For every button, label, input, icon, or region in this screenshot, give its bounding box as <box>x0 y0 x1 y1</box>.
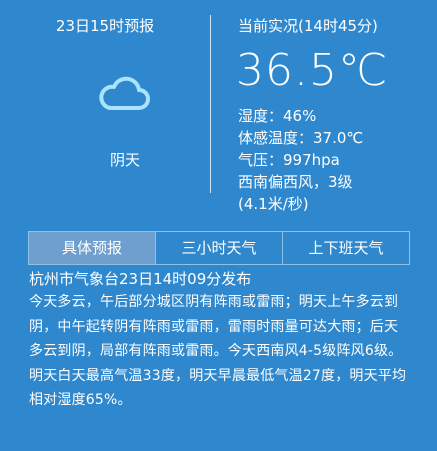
wind-speed-label: (4.1米/秒) <box>238 195 309 213</box>
forecast-panel: 23日15时预报 阴天 <box>0 0 210 200</box>
cloud-icon <box>99 76 150 110</box>
forecast-text: 今天多云，午后部分城区阴有阵雨或雷雨；明天上午多云到阴，中午起转阴有阵雨或雷雨，… <box>29 294 407 408</box>
forecast-title: 23日15时预报 <box>55 17 155 35</box>
current-title: 当前实况(14时45分) <box>238 17 378 35</box>
tab-three-hour-weather[interactable]: 三小时天气 <box>156 232 283 264</box>
feels-like-label: 体感温度：37.0℃ <box>238 129 364 147</box>
tab-commute-weather[interactable]: 上下班天气 <box>283 232 409 264</box>
current-temperature: 36.5℃ <box>236 45 389 96</box>
tab-detailed-forecast[interactable]: 具体预报 <box>29 232 156 264</box>
wind-label: 西南偏西风，3级 <box>238 173 353 191</box>
divider <box>210 15 211 193</box>
pressure-label: 气压：997hpa <box>238 151 340 169</box>
humidity-label: 湿度：46% <box>238 107 317 125</box>
issue-info: 杭州市气象台23日14时09分发布 <box>29 270 252 288</box>
tab-bar: 具体预报 三小时天气 上下班天气 <box>28 231 410 265</box>
forecast-condition: 阴天 <box>109 151 140 169</box>
